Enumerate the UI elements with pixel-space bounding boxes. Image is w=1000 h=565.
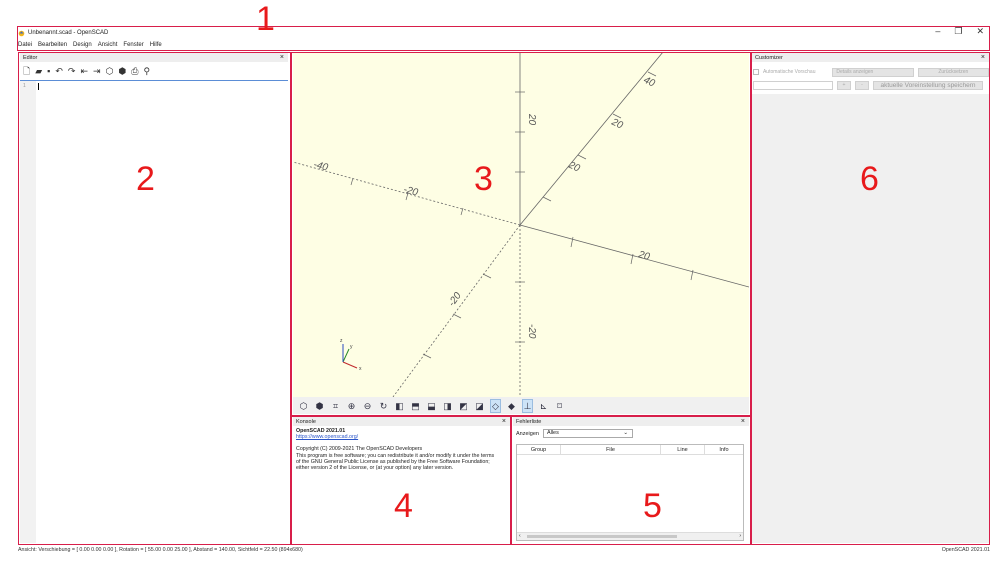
- annotation-number-1: 1: [256, 0, 275, 38]
- status-bar: Ansicht: Verschiebung = [ 0.00 0.00 0.00…: [18, 547, 990, 556]
- annotation-number-5: 5: [643, 487, 662, 525]
- annotation-box-5: [511, 416, 751, 545]
- annotation-box-3: [291, 52, 751, 416]
- annotation-number-3: 3: [474, 160, 493, 198]
- status-version: OpenSCAD 2021.01: [941, 547, 990, 553]
- annotation-box-1: [17, 26, 990, 51]
- annotation-box-2: [18, 52, 291, 545]
- annotation-number-4: 4: [394, 487, 413, 525]
- status-view-info: Ansicht: Verschiebung = [ 0.00 0.00 0.00…: [18, 547, 303, 553]
- annotation-box-6: [751, 52, 990, 545]
- annotation-number-6: 6: [860, 160, 879, 198]
- annotation-number-2: 2: [136, 160, 155, 198]
